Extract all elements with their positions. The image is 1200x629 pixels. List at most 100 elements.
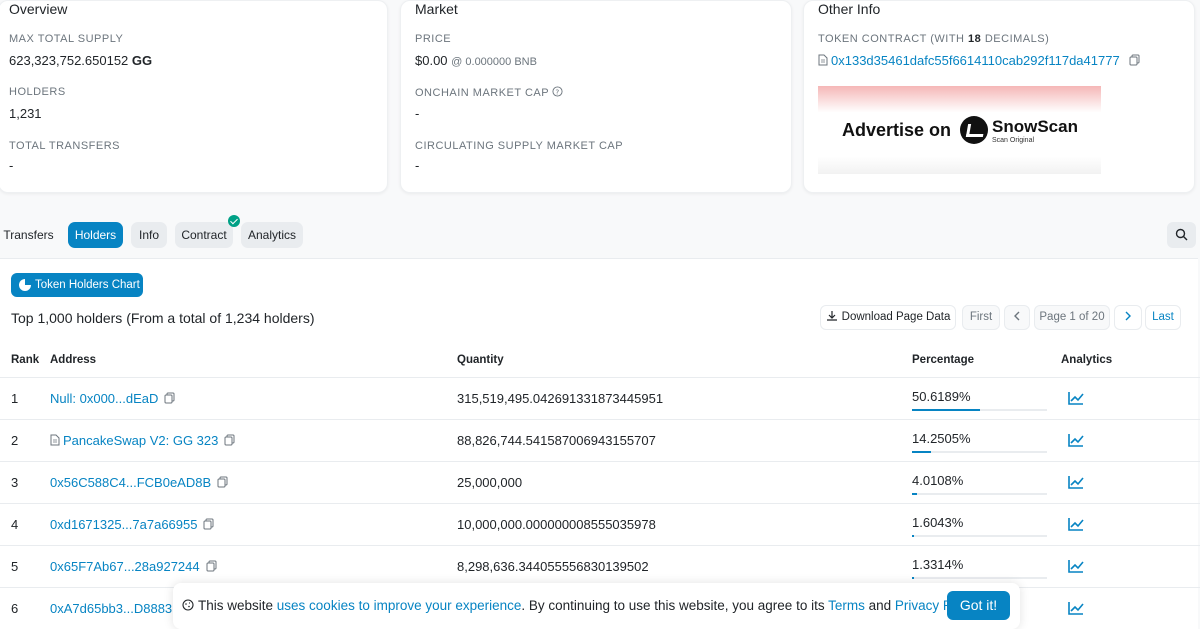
other-info-card: Other Info TOKEN CONTRACT (WITH 18 DECIM…	[803, 0, 1195, 193]
table-row: 3 0x56C588C4...FCB0eAD8B 25,000,000 4.01…	[0, 462, 1200, 504]
quantity-cell: 8,298,636.344055556830139502	[457, 559, 649, 574]
max-supply-label: MAX TOTAL SUPPLY	[9, 33, 124, 45]
advertisement-banner[interactable]: Advertise on SnowScan Scan Original	[818, 86, 1101, 174]
header-percentage: Percentage	[912, 354, 975, 366]
contract-label: TOKEN CONTRACT (WITH 18 DECIMALS)	[818, 33, 1050, 45]
percentage-cell: 50.6189%	[912, 389, 971, 404]
percentage-bar-fill	[912, 535, 915, 537]
line-chart-icon	[1068, 602, 1084, 615]
price-bnb: @ 0.000000 BNB	[451, 56, 537, 68]
overview-title: Overview	[9, 1, 68, 17]
download-page-data-button[interactable]: Download Page Data	[820, 305, 956, 330]
onchain-cap-label: ONCHAIN MARKET CAP ?	[415, 86, 564, 99]
transfers-label: TOTAL TRANSFERS	[9, 140, 121, 152]
ad-brand: SnowScan	[992, 117, 1078, 136]
percentage-bar	[912, 577, 1047, 579]
copy-icon[interactable]	[1129, 54, 1140, 66]
table-row: 4 0xd1671325...7a7a66955 10,000,000.0000…	[0, 504, 1200, 546]
cookie-message: This website uses cookies to improve you…	[198, 598, 982, 613]
holders-summary: Top 1,000 holders (From a total of 1,234…	[11, 310, 315, 326]
address-link[interactable]: 0xd1671325...7a7a66955	[50, 517, 197, 532]
snowscan-logo-icon	[960, 116, 988, 144]
percentage-bar-fill	[912, 577, 914, 579]
circ-cap-value: -	[415, 158, 420, 173]
terms-link[interactable]: Terms	[828, 598, 865, 613]
tab-analytics[interactable]: Analytics	[241, 222, 303, 248]
rank-cell: 1	[11, 391, 19, 406]
tab-info[interactable]: Info	[131, 222, 167, 248]
line-chart-icon	[1068, 476, 1084, 489]
search-button[interactable]	[1167, 222, 1196, 248]
max-supply-value: 623,323,752.650152 GG	[9, 53, 153, 68]
next-page-button[interactable]	[1114, 305, 1142, 330]
address-link[interactable]: Null: 0x000...dEaD	[50, 391, 158, 406]
quantity-cell: 10,000,000.000000008555035978	[457, 517, 656, 532]
address-cell: Null: 0x000...dEaD	[50, 391, 175, 406]
cookie-policy-link[interactable]: uses cookies to improve your experience	[277, 598, 522, 613]
help-icon[interactable]: ?	[552, 86, 564, 97]
copy-icon[interactable]	[217, 476, 228, 488]
address-cell: PancakeSwap V2: GG 323	[50, 433, 235, 448]
percentage-bar	[912, 451, 1047, 453]
price-value: $0.00 @ 0.000000 BNB	[415, 53, 537, 68]
holders-value: 1,231	[9, 106, 42, 121]
analytics-link[interactable]	[1068, 391, 1084, 410]
table-row: 2 PancakeSwap V2: GG 323 88,826,744.5415…	[0, 420, 1200, 462]
rank-cell: 4	[11, 517, 19, 532]
line-chart-icon	[1068, 560, 1084, 573]
last-page-button[interactable]: Last	[1145, 305, 1181, 330]
address-cell: 0x56C588C4...FCB0eAD8B	[50, 475, 228, 490]
address-link[interactable]: 0xA7d65bb3...D8883E	[50, 601, 181, 616]
quantity-cell: 88,826,744.541587006943155707	[457, 433, 656, 448]
copy-icon[interactable]	[224, 434, 235, 446]
onchain-cap-value: -	[415, 106, 420, 121]
token-symbol: GG	[131, 53, 153, 68]
contract-address-link[interactable]: 0x133d35461dafc55f6614110cab292f117da417…	[831, 53, 1120, 68]
tab-holders[interactable]: Holders	[68, 222, 123, 248]
analytics-link[interactable]	[1068, 433, 1084, 452]
holders-label: HOLDERS	[9, 86, 66, 98]
page-indicator: Page 1 of 20	[1034, 305, 1110, 330]
contract-address-row: 0x133d35461dafc55f6614110cab292f117da417…	[818, 53, 1140, 68]
copy-icon[interactable]	[203, 518, 214, 530]
address-cell: 0x65F7Ab67...28a927244	[50, 559, 217, 574]
chevron-left-icon	[1014, 311, 1020, 321]
rank-cell: 2	[11, 433, 19, 448]
quantity-cell: 315,519,495.042691331873445951	[457, 391, 664, 406]
tab-contract[interactable]: Contract	[175, 222, 233, 248]
token-holders-chart-button[interactable]: Token Holders Chart	[11, 273, 143, 297]
analytics-link[interactable]	[1068, 559, 1084, 578]
circ-cap-label: CIRCULATING SUPPLY MARKET CAP	[415, 140, 624, 152]
address-link[interactable]: 0x65F7Ab67...28a927244	[50, 559, 200, 574]
analytics-link[interactable]	[1068, 475, 1084, 494]
cookie-icon	[182, 599, 194, 611]
percentage-cell: 4.0108%	[912, 473, 964, 488]
address-link[interactable]: 0x56C588C4...FCB0eAD8B	[50, 475, 211, 490]
rank-cell: 6	[11, 601, 19, 616]
table-row: 1 Null: 0x000...dEaD 315,519,495.0426913…	[0, 378, 1200, 420]
market-title: Market	[415, 1, 458, 17]
prev-page-button[interactable]	[1004, 305, 1030, 330]
rank-cell: 5	[11, 559, 19, 574]
got-it-button[interactable]: Got it!	[947, 591, 1010, 620]
line-chart-icon	[1068, 392, 1084, 405]
price-label: PRICE	[415, 33, 452, 45]
percentage-bar-fill	[912, 493, 918, 495]
market-card: Market PRICE $0.00 @ 0.000000 BNB ONCHAI…	[400, 0, 792, 193]
transfers-value: -	[9, 158, 14, 173]
copy-icon[interactable]	[206, 560, 217, 572]
percentage-cell: 14.2505%	[912, 431, 971, 446]
token-holders-chart-label: Token Holders Chart	[35, 279, 140, 291]
chevron-right-icon	[1125, 311, 1131, 321]
pie-chart-icon	[19, 279, 31, 291]
copy-icon[interactable]	[164, 392, 175, 404]
cookie-banner: This website uses cookies to improve you…	[173, 583, 1020, 629]
header-address: Address	[50, 354, 97, 366]
verified-check-icon	[228, 215, 240, 227]
first-page-button[interactable]: First	[962, 305, 1000, 330]
header-analytics: Analytics	[1061, 354, 1113, 366]
analytics-link[interactable]	[1068, 517, 1084, 536]
analytics-link[interactable]	[1068, 601, 1084, 620]
tab-transfers[interactable]: Transfers	[0, 222, 57, 248]
address-link[interactable]: PancakeSwap V2: GG 323	[63, 433, 218, 448]
